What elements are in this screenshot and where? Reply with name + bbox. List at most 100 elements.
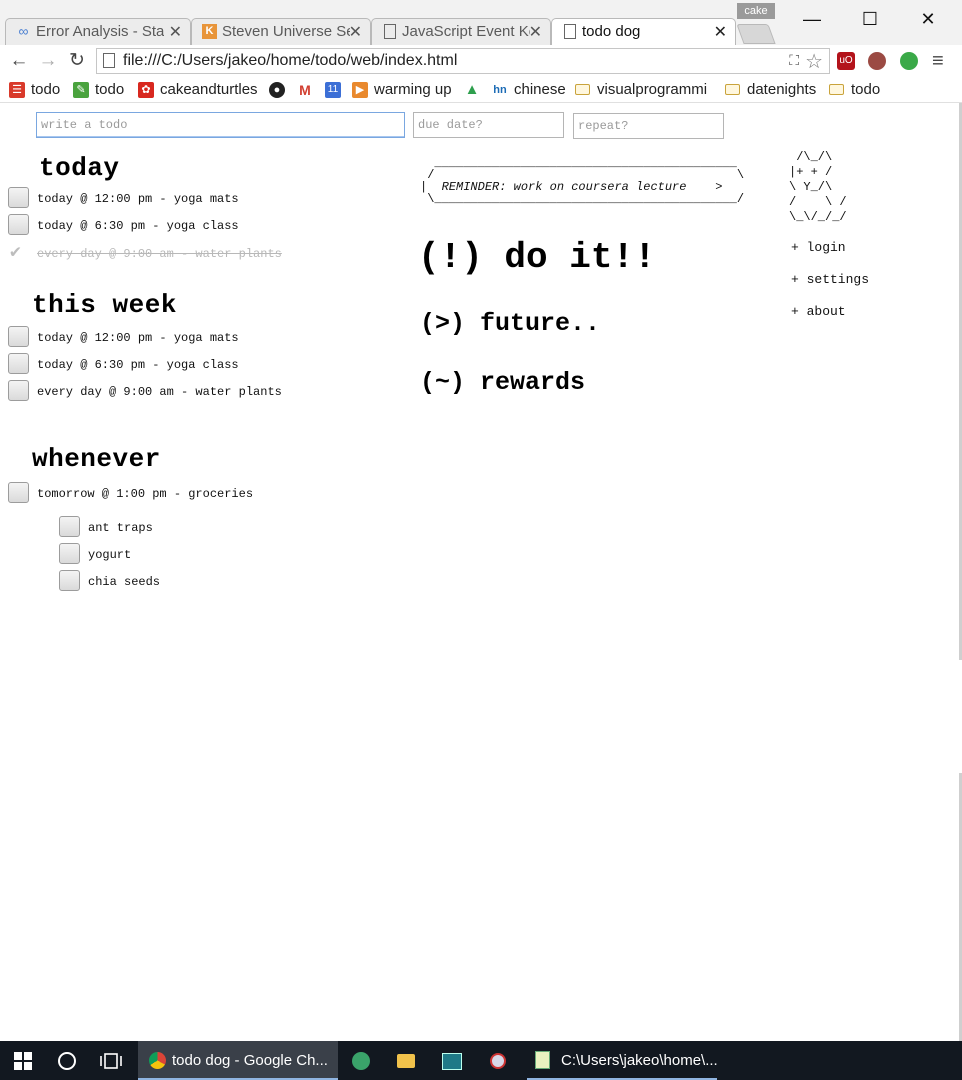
bookmark-calendar[interactable]: 11 [325, 79, 347, 101]
todo-text: today @ 12:00 pm - yoga mats [37, 331, 239, 345]
tab-javascript-event[interactable]: JavaScript Event Ke ✕ [371, 18, 551, 45]
evernote-ext-icon[interactable] [900, 52, 918, 70]
due-date-input[interactable] [413, 112, 564, 138]
tab-todo-dog[interactable]: todo dog ✕ [551, 18, 736, 45]
back-arrow-icon[interactable]: ← [7, 49, 31, 73]
nav-about[interactable]: + about [791, 304, 846, 319]
bookmark-folder-datenights[interactable]: datenights [725, 79, 816, 101]
paint-icon[interactable] [479, 1041, 517, 1080]
todo-text: chia seeds [88, 575, 161, 589]
page-icon [564, 24, 576, 39]
close-tab-icon[interactable]: ✕ [349, 22, 362, 42]
category-do-it[interactable]: (!) do it!! [418, 237, 656, 278]
todo-text: tomorrow @ 1:00 pm - groceries [37, 487, 254, 501]
evernote-icon: ✎ [73, 82, 89, 98]
todo-text: yogurt [88, 548, 132, 562]
profile-badge[interactable]: cake [737, 3, 775, 19]
link-icon: ∞ [18, 23, 29, 39]
bookmark-gmail[interactable]: M [297, 79, 319, 101]
todo-checkbox[interactable] [8, 326, 29, 347]
address-bar[interactable]: file:///C:/Users/jakeo/home/todo/web/ind… [96, 48, 830, 74]
file-explorer-icon[interactable] [387, 1041, 425, 1080]
repeat-input[interactable] [573, 113, 724, 139]
tomato-icon[interactable] [868, 52, 886, 70]
url-text[interactable]: file:///C:/Users/jakeo/home/todo/web/ind… [123, 52, 457, 70]
todo-text: every day @ 9:00 am - water plants [37, 247, 282, 261]
bookmark-label: datenights [747, 81, 817, 98]
terminal-icon[interactable] [433, 1041, 471, 1080]
close-tab-icon[interactable]: ✕ [529, 22, 542, 42]
bookmark-label: visualprogrammi [597, 81, 708, 98]
todo-checkbox[interactable] [8, 482, 29, 503]
todo-text: every day @ 9:00 am - water plants [37, 385, 282, 399]
taskbar-chrome-app[interactable]: todo dog - Google Ch... [138, 1041, 338, 1080]
bookmark-todoist[interactable]: ☰ todo [9, 79, 60, 101]
tab-label: todo dog [582, 23, 641, 40]
bookmark-cakeandturtles[interactable]: ✿ cakeandturtles [138, 79, 258, 101]
github-icon: ● [269, 82, 285, 98]
section-heading-today: today [39, 153, 120, 183]
checkmark-icon[interactable] [8, 241, 29, 263]
close-tab-icon[interactable]: ✕ [714, 22, 727, 42]
calendar-icon: 11 [325, 82, 341, 98]
folder-icon [829, 84, 844, 95]
bookmark-warming-up[interactable]: ▶ warming up [352, 79, 452, 101]
star-icon[interactable]: ☆ [805, 49, 823, 74]
todo-checkbox[interactable] [59, 570, 80, 591]
windows-start-icon[interactable] [4, 1041, 42, 1080]
bookmark-label: todo [31, 81, 61, 98]
todo-text: ant traps [88, 521, 153, 535]
tab-error-analysis[interactable]: ∞ Error Analysis - Star ✕ [5, 18, 191, 45]
category-future[interactable]: (>) future.. [420, 309, 600, 338]
todo-checkbox[interactable] [8, 353, 29, 374]
taskbar-notepad-app[interactable]: C:\Users\jakeo\home\... [527, 1041, 717, 1080]
ublock-icon[interactable]: uO [837, 52, 855, 70]
todo-checkbox[interactable] [59, 516, 80, 537]
todo-checkbox[interactable] [8, 214, 29, 235]
reminder-box: ________________________________________… [420, 157, 744, 205]
menu-icon[interactable]: ≡ [932, 50, 944, 73]
bookmark-chinese[interactable]: hn chinese [492, 79, 566, 101]
gmail-icon: M [297, 82, 313, 98]
category-rewards[interactable]: (~) rewards [420, 368, 585, 397]
bookmark-label: cakeandturtles [160, 81, 258, 98]
task-view-icon[interactable] [92, 1041, 130, 1080]
todoist-icon: ☰ [9, 82, 25, 98]
bookmark-evernote[interactable]: ✎ todo [73, 79, 124, 101]
reload-icon[interactable]: ↻ [65, 49, 89, 73]
cake-icon: ✿ [138, 82, 154, 98]
notepad-icon [535, 1051, 550, 1069]
taskbar-app-label: todo dog - Google Ch... [172, 1052, 328, 1069]
tab-label: Error Analysis - Star [36, 23, 164, 40]
tab-steven-universe[interactable]: K Steven Universe Se ✕ [191, 18, 371, 45]
translate-icon[interactable]: ⛶ [789, 52, 799, 69]
forward-arrow-icon[interactable]: → [36, 49, 60, 73]
maximize-button[interactable]: ☐ [850, 6, 890, 32]
todo-checkbox[interactable] [8, 187, 29, 208]
close-window-button[interactable]: ✕ [908, 6, 948, 32]
bookmark-folder-visualprogramming[interactable]: visualprogrammi [575, 79, 735, 101]
cortana-search-icon[interactable] [48, 1041, 86, 1080]
todo-text: today @ 6:30 pm - yoga class [37, 219, 239, 233]
page-icon [103, 53, 115, 68]
bookmark-label: warming up [374, 81, 452, 98]
todo-checkbox[interactable] [59, 543, 80, 564]
nav-settings[interactable]: + settings [791, 272, 869, 287]
minimize-button[interactable]: — [792, 6, 832, 32]
folder-icon [575, 84, 590, 95]
new-tab-button[interactable] [736, 24, 776, 44]
bookmark-drive[interactable]: ▲ [464, 79, 486, 101]
page-content: today today @ 12:00 pm - yoga mats today… [0, 103, 962, 1041]
section-heading-this-week: this week [32, 290, 177, 320]
todo-text: today @ 6:30 pm - yoga class [37, 358, 239, 372]
bookmark-github[interactable]: ● [269, 79, 291, 101]
app-circle-icon[interactable] [342, 1041, 380, 1080]
bookmark-folder-todo[interactable]: todo [829, 79, 880, 101]
todo-checkbox[interactable] [8, 380, 29, 401]
todo-input[interactable] [36, 112, 405, 138]
page-icon [384, 24, 396, 39]
nav-login[interactable]: + login [791, 240, 846, 255]
folder-icon [725, 84, 740, 95]
hn-icon: hn [492, 82, 508, 98]
close-tab-icon[interactable]: ✕ [169, 22, 182, 42]
